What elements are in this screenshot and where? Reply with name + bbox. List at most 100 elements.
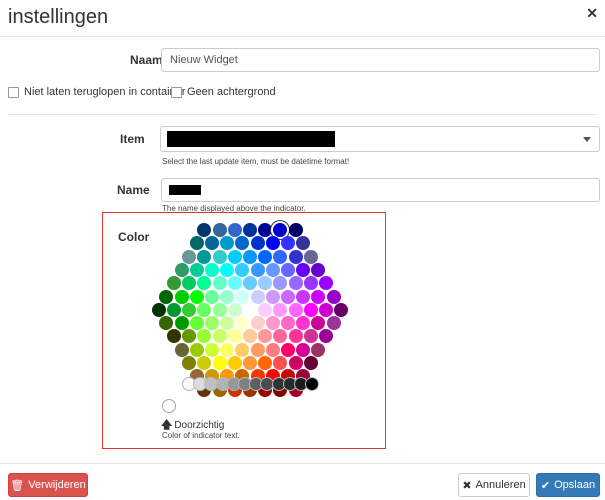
- naam-label: Naam: [130, 53, 163, 67]
- color-swatch[interactable]: [205, 316, 219, 331]
- color-swatch[interactable]: [243, 223, 257, 237]
- color-swatch[interactable]: [265, 289, 280, 304]
- color-swatch[interactable]: [281, 289, 295, 304]
- color-swatch[interactable]: [296, 289, 311, 304]
- color-swatch[interactable]: [250, 236, 265, 251]
- name-input[interactable]: [161, 178, 600, 202]
- color-swatch[interactable]: [205, 289, 219, 304]
- color-swatch[interactable]: [311, 342, 326, 357]
- background-checkbox-label: Geen achtergrond: [187, 86, 276, 98]
- color-swatch[interactable]: [296, 342, 311, 357]
- cancel-button[interactable]: ✖ Annuleren: [458, 473, 530, 497]
- color-swatch[interactable]: [182, 302, 197, 317]
- color-swatch[interactable]: [167, 302, 181, 317]
- cancel-button-label: Annuleren: [475, 479, 526, 491]
- color-swatch[interactable]: [243, 356, 257, 370]
- color-swatch[interactable]: [159, 289, 174, 304]
- item-help: Select the last update item, must be dat…: [162, 157, 350, 166]
- color-swatch[interactable]: [189, 316, 204, 331]
- color-swatch[interactable]: [220, 342, 235, 357]
- color-swatch[interactable]: [288, 249, 303, 264]
- color-swatch[interactable]: [303, 249, 318, 264]
- color-swatch[interactable]: [220, 262, 235, 277]
- wrap-checkbox-label: Niet laten teruglopen in container: [24, 86, 186, 98]
- background-checkbox-row[interactable]: Geen achtergrond: [171, 86, 276, 98]
- item-select[interactable]: [160, 126, 600, 152]
- color-swatch[interactable]: [189, 289, 204, 304]
- color-swatch[interactable]: [227, 356, 242, 370]
- color-swatch[interactable]: [258, 302, 273, 317]
- color-swatch[interactable]: [281, 316, 295, 331]
- color-swatch[interactable]: [151, 302, 166, 317]
- background-checkbox[interactable]: [171, 86, 182, 98]
- naam-input[interactable]: Nieuw Widget: [161, 48, 600, 72]
- close-icon[interactable]: ✕: [586, 5, 598, 22]
- color-swatch[interactable]: [212, 276, 227, 291]
- color-swatch[interactable]: [250, 262, 265, 277]
- color-swatch[interactable]: [227, 302, 242, 317]
- name-label: Name: [117, 183, 150, 197]
- color-swatch[interactable]: [189, 262, 204, 277]
- color-swatch[interactable]: [174, 262, 189, 277]
- color-swatch[interactable]: [197, 249, 212, 264]
- delete-button[interactable]: 🗑 Verwijderen: [8, 473, 88, 497]
- color-swatch[interactable]: [326, 316, 341, 331]
- color-swatch[interactable]: [205, 262, 219, 277]
- color-swatch[interactable]: [273, 249, 288, 264]
- color-swatch[interactable]: [288, 223, 303, 237]
- color-swatch[interactable]: [258, 249, 273, 264]
- check-icon: ✔: [540, 479, 551, 492]
- color-help: Color of indicator text.: [162, 431, 240, 440]
- color-swatch[interactable]: [189, 342, 204, 357]
- color-swatch[interactable]: [174, 316, 189, 331]
- transparent-swatch[interactable]: [162, 399, 176, 413]
- color-swatch[interactable]: [319, 302, 333, 317]
- color-swatch[interactable]: [227, 276, 242, 291]
- color-swatch[interactable]: [311, 289, 326, 304]
- color-swatch[interactable]: [296, 262, 311, 277]
- color-swatch[interactable]: [288, 329, 303, 344]
- color-swatch[interactable]: [288, 302, 303, 317]
- color-swatch[interactable]: [227, 223, 242, 237]
- color-swatch[interactable]: [288, 356, 303, 370]
- color-swatch[interactable]: [303, 302, 318, 317]
- color-swatch[interactable]: [212, 302, 227, 317]
- color-swatch[interactable]: [182, 249, 197, 264]
- color-swatch[interactable]: [265, 236, 280, 251]
- color-swatch[interactable]: [288, 276, 303, 291]
- save-button[interactable]: ✔ Opslaan: [536, 473, 600, 497]
- color-swatch[interactable]: [212, 329, 227, 344]
- color-swatch[interactable]: [212, 223, 227, 237]
- color-swatch[interactable]: [326, 289, 341, 304]
- color-swatch[interactable]: [303, 276, 318, 291]
- wrap-checkbox[interactable]: [8, 86, 19, 98]
- color-swatch[interactable]: [235, 289, 250, 304]
- color-swatch[interactable]: [250, 342, 265, 357]
- name-value-redacted: [169, 185, 201, 195]
- color-swatch[interactable]: [235, 342, 250, 357]
- color-swatch[interactable]: [281, 262, 295, 277]
- color-swatch[interactable]: [189, 236, 204, 251]
- color-swatch[interactable]: [220, 289, 235, 304]
- color-label: Color: [118, 230, 150, 244]
- color-swatch[interactable]: [243, 302, 257, 317]
- color-swatch[interactable]: [250, 289, 265, 304]
- delete-button-label: Verwijderen: [28, 479, 86, 491]
- close-icon: ✖: [462, 479, 472, 492]
- color-swatch[interactable]: [334, 302, 349, 317]
- wrap-checkbox-row[interactable]: Niet laten teruglopen in container: [8, 86, 185, 98]
- color-swatch[interactable]: [243, 249, 257, 264]
- color-swatch[interactable]: [303, 356, 318, 370]
- trash-icon: 🗑: [10, 479, 25, 492]
- color-swatch[interactable]: [265, 342, 280, 357]
- color-swatch[interactable]: [174, 342, 189, 357]
- color-swatch[interactable]: [281, 342, 295, 357]
- color-swatch[interactable]: [250, 316, 265, 331]
- color-swatch[interactable]: [227, 249, 242, 264]
- color-swatch[interactable]: [265, 316, 280, 331]
- color-swatch[interactable]: [212, 249, 227, 264]
- color-swatch[interactable]: [212, 356, 227, 370]
- color-swatch[interactable]: [174, 289, 189, 304]
- color-swatch[interactable]: [265, 262, 280, 277]
- color-swatch[interactable]: [205, 342, 219, 357]
